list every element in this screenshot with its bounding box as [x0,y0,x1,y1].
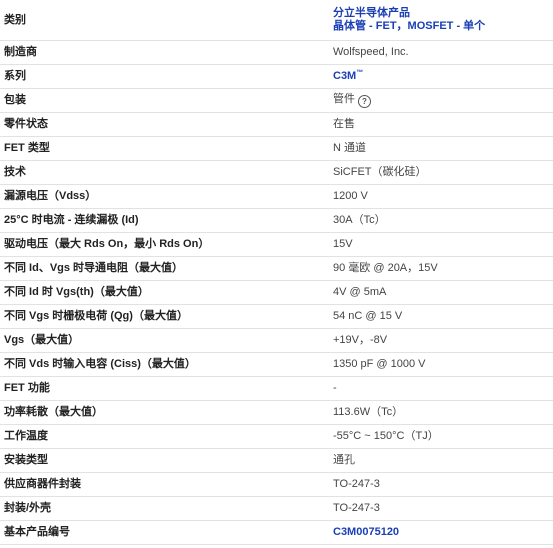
attr-value-continuous-drain-current: 30A（Tc） [329,208,553,233]
attr-value-part-status: 在售 [329,112,553,137]
attr-label-continuous-drain-current: 25°C 时电流 - 连续漏极 (Id) [0,208,329,233]
attr-label-base-product-number: 基本产品编号 [0,520,329,545]
attr-label-series: 系列 [0,64,329,89]
attr-value-power-dissipation: 113.6W（Tc） [329,400,553,425]
attr-label-power-dissipation: 功率耗散（最大值） [0,400,329,425]
attr-label-package-case: 封装/外壳 [0,496,329,521]
attr-value-vgs-max: +19V，-8V [329,328,553,353]
table-row: 基本产品编号 C3M0075120 [0,520,553,545]
table-row: FET 功能 - [0,376,553,401]
attr-label-fet-type: FET 类型 [0,136,329,161]
attr-label-technology: 技术 [0,160,329,185]
table-row: FET 类型 N 通道 [0,136,553,161]
attr-value-base-product-number: C3M0075120 [329,520,553,545]
attr-value-rds-on: 90 毫欧 @ 20A，15V [329,256,553,281]
attr-value-gate-charge: 54 nC @ 15 V [329,304,553,329]
attr-value-supplier-package: TO-247-3 [329,472,553,497]
attr-label-vgs-th: 不同 Id 时 Vgs(th)（最大值） [0,280,329,305]
table-row: 不同 Id 时 Vgs(th)（最大值） 4V @ 5mA [0,280,553,305]
attr-value-vgs-th: 4V @ 5mA [329,280,553,305]
attr-label-gate-charge: 不同 Vgs 时栅极电荷 (Qg)（最大值） [0,304,329,329]
attr-label-input-capacitance: 不同 Vds 时输入电容 (Ciss)（最大值） [0,352,329,377]
product-attributes-table: 类别 分立半导体产品 晶体管 - FET，MOSFET - 单个 制造商 Wol… [0,0,553,545]
attr-value-series: C3M™ [329,64,553,89]
attr-label-supplier-package: 供应商器件封装 [0,472,329,497]
table-row: 供应商器件封装 TO-247-3 [0,472,553,497]
table-row: 制造商 Wolfspeed, Inc. [0,40,553,65]
question-circle-icon[interactable]: ? [358,95,371,108]
attr-label-operating-temp: 工作温度 [0,424,329,449]
category-link[interactable]: 分立半导体产品 [333,7,549,20]
table-row: 驱动电压（最大 Rds On，最小 Rds On） 15V [0,232,553,257]
table-row: 系列 C3M™ [0,64,553,89]
attr-value-input-capacitance: 1350 pF @ 1000 V [329,352,553,377]
packaging-text: 管件 [333,93,355,105]
series-text: C3M [333,70,357,82]
table-row: Vgs（最大值） +19V，-8V [0,328,553,353]
attr-label-drive-voltage: 驱动电压（最大 Rds On，最小 Rds On） [0,232,329,257]
attr-label-part-status: 零件状态 [0,112,329,137]
attr-value-drive-voltage: 15V [329,232,553,257]
table-row: 不同 Vgs 时栅极电荷 (Qg)（最大值） 54 nC @ 15 V [0,304,553,329]
table-row: 功率耗散（最大值） 113.6W（Tc） [0,400,553,425]
table-row: 安装类型 通孔 [0,448,553,473]
table-row: 不同 Id、Vgs 时导通电阻（最大值） 90 毫欧 @ 20A，15V [0,256,553,281]
table-row: 类别 分立半导体产品 晶体管 - FET，MOSFET - 单个 [0,0,553,41]
subcategory-link[interactable]: 晶体管 - FET，MOSFET - 单个 [333,20,549,33]
attr-label-rds-on: 不同 Id、Vgs 时导通电阻（最大值） [0,256,329,281]
table-row: 技术 SiCFET（碳化硅） [0,160,553,185]
attr-label-mounting-type: 安装类型 [0,448,329,473]
attr-label-category: 类别 [0,0,329,41]
attr-value-mounting-type: 通孔 [329,448,553,473]
attr-value-package-case: TO-247-3 [329,496,553,521]
attr-value-technology: SiCFET（碳化硅） [329,160,553,185]
attr-value-packaging: 管件? [329,88,553,113]
series-link[interactable]: C3M™ [333,69,364,82]
attr-label-manufacturer: 制造商 [0,40,329,65]
table-row: 漏源电压（Vdss） 1200 V [0,184,553,209]
attr-label-vgs-max: Vgs（最大值） [0,328,329,353]
table-row: 工作温度 -55°C ~ 150°C（TJ） [0,424,553,449]
attr-label-vdss: 漏源电压（Vdss） [0,184,329,209]
table-row: 封装/外壳 TO-247-3 [0,496,553,521]
attr-value-manufacturer: Wolfspeed, Inc. [329,40,553,65]
table-row: 不同 Vds 时输入电容 (Ciss)（最大值） 1350 pF @ 1000 … [0,352,553,377]
attr-label-fet-feature: FET 功能 [0,376,329,401]
trademark-symbol: ™ [356,69,364,77]
attr-label-packaging: 包装 [0,88,329,113]
attr-value-fet-type: N 通道 [329,136,553,161]
table-row: 包装 管件? [0,88,553,113]
attr-value-fet-feature: - [329,376,553,401]
base-product-number-link[interactable]: C3M0075120 [333,526,399,538]
table-row: 25°C 时电流 - 连续漏极 (Id) 30A（Tc） [0,208,553,233]
attr-value-vdss: 1200 V [329,184,553,209]
table-row: 零件状态 在售 [0,112,553,137]
attr-value-category: 分立半导体产品 晶体管 - FET，MOSFET - 单个 [329,0,553,41]
attr-value-operating-temp: -55°C ~ 150°C（TJ） [329,424,553,449]
